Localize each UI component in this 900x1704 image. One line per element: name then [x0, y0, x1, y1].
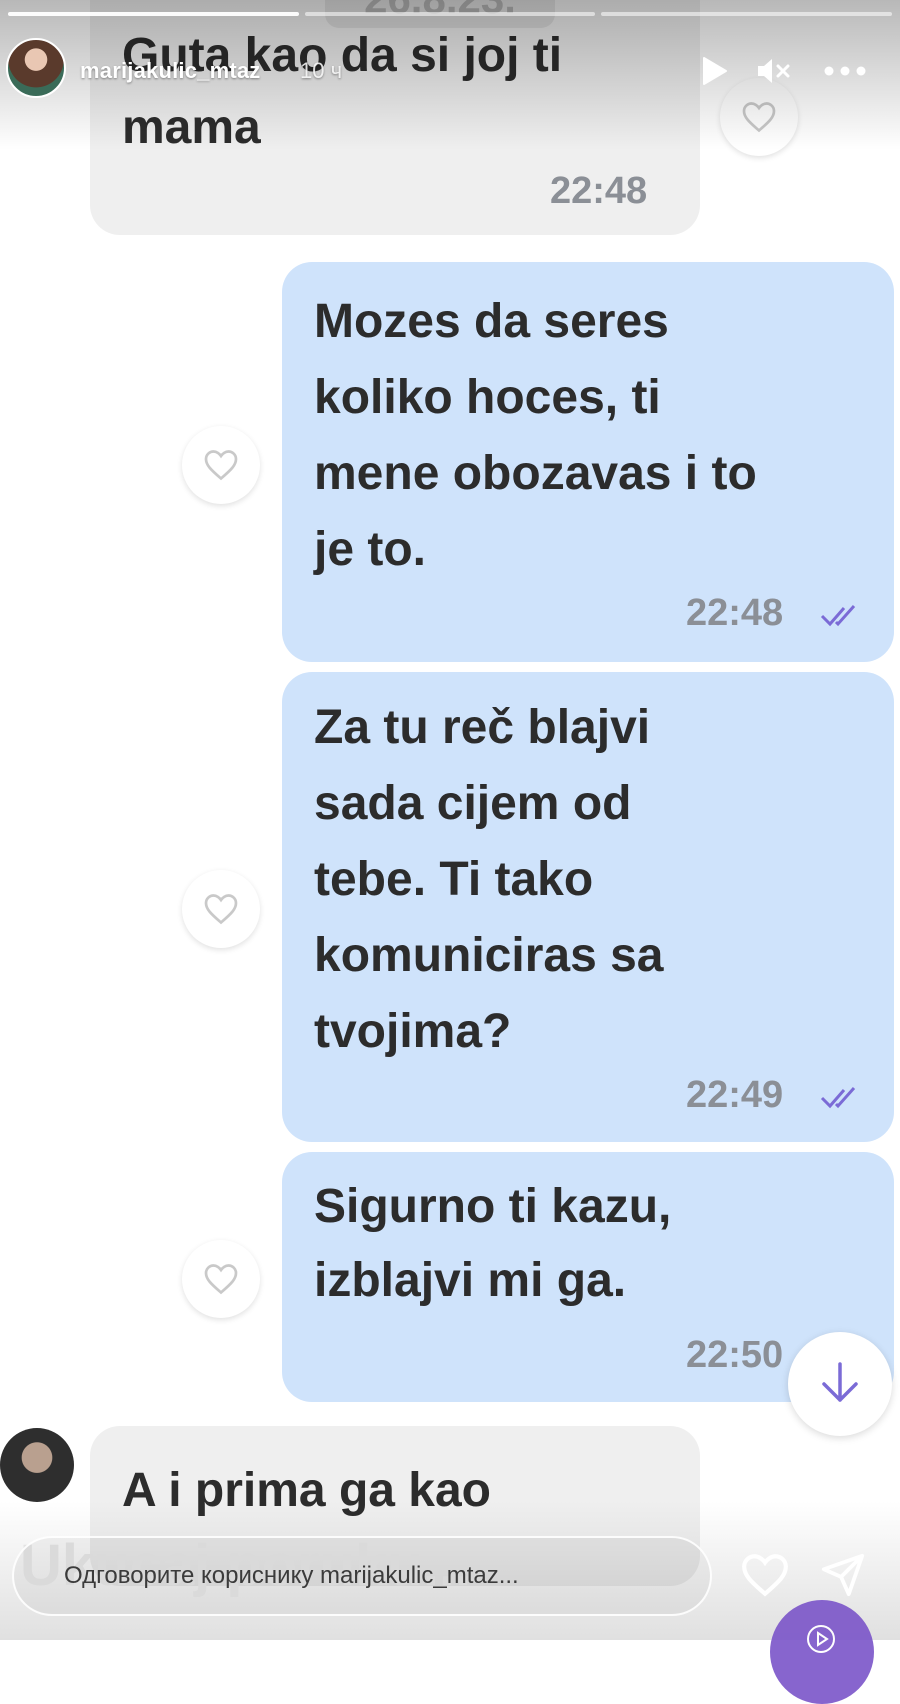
send-voice-button [770, 1600, 874, 1704]
arrow-down-icon [822, 1362, 858, 1402]
story-time-ago: 10 ч [300, 58, 343, 83]
progress-segment [304, 12, 596, 16]
scroll-down-button[interactable] [788, 1332, 892, 1436]
progress-segment [601, 12, 893, 16]
reply-input[interactable]: Одговорите кориснику marijakulic_mtaz... [12, 1536, 712, 1616]
user-avatar[interactable] [6, 38, 66, 98]
play-icon [807, 1625, 835, 1653]
reply-placeholder: Одговорите кориснику marijakulic_mtaz... [64, 1562, 519, 1589]
more-icon[interactable] [822, 56, 868, 86]
chat-screenshot: 26.8.23. Guta kao da si joj ti mama 22:4… [0, 0, 900, 1640]
heart-icon [204, 450, 238, 481]
play-icon[interactable] [700, 56, 728, 86]
react-heart-button[interactable] [182, 870, 260, 948]
message-bubble-outgoing: Za tu reč blajvi sada cijem od tebe. Ti … [282, 672, 894, 1142]
message-bubble-incoming: Guta kao da si joj ti mama 22:48 [90, 0, 700, 235]
story-progress-bar [8, 12, 893, 16]
story-username[interactable]: marijakulic_mtaz [80, 58, 261, 84]
message-text: Mozes da seres koliko hoces, ti mene obo… [314, 295, 757, 576]
story-header: marijakulic_mtaz 10 ч [0, 38, 900, 108]
double-check-icon [820, 1087, 856, 1109]
message-bubble-outgoing: Mozes da seres koliko hoces, ti mene obo… [282, 262, 894, 662]
message-text: Sigurno ti kazu, izblajvi mi ga. [314, 1180, 672, 1307]
react-heart-button[interactable] [182, 426, 260, 504]
message-time: 22:50 [686, 1334, 784, 1376]
message-time: 22:48 [686, 592, 784, 634]
heart-icon [204, 894, 238, 925]
heart-icon [204, 1264, 238, 1295]
mute-icon[interactable] [756, 56, 792, 86]
progress-segment [8, 12, 299, 16]
message-time: 22:48 [550, 170, 648, 212]
send-icon[interactable] [820, 1552, 866, 1598]
double-check-icon [820, 605, 856, 627]
react-heart-button[interactable] [182, 1240, 260, 1318]
sender-avatar [0, 1428, 74, 1502]
message-text: Za tu reč blajvi sada cijem od tebe. Ti … [314, 701, 664, 1058]
message-time: 22:49 [686, 1074, 784, 1116]
like-icon[interactable] [740, 1552, 790, 1598]
